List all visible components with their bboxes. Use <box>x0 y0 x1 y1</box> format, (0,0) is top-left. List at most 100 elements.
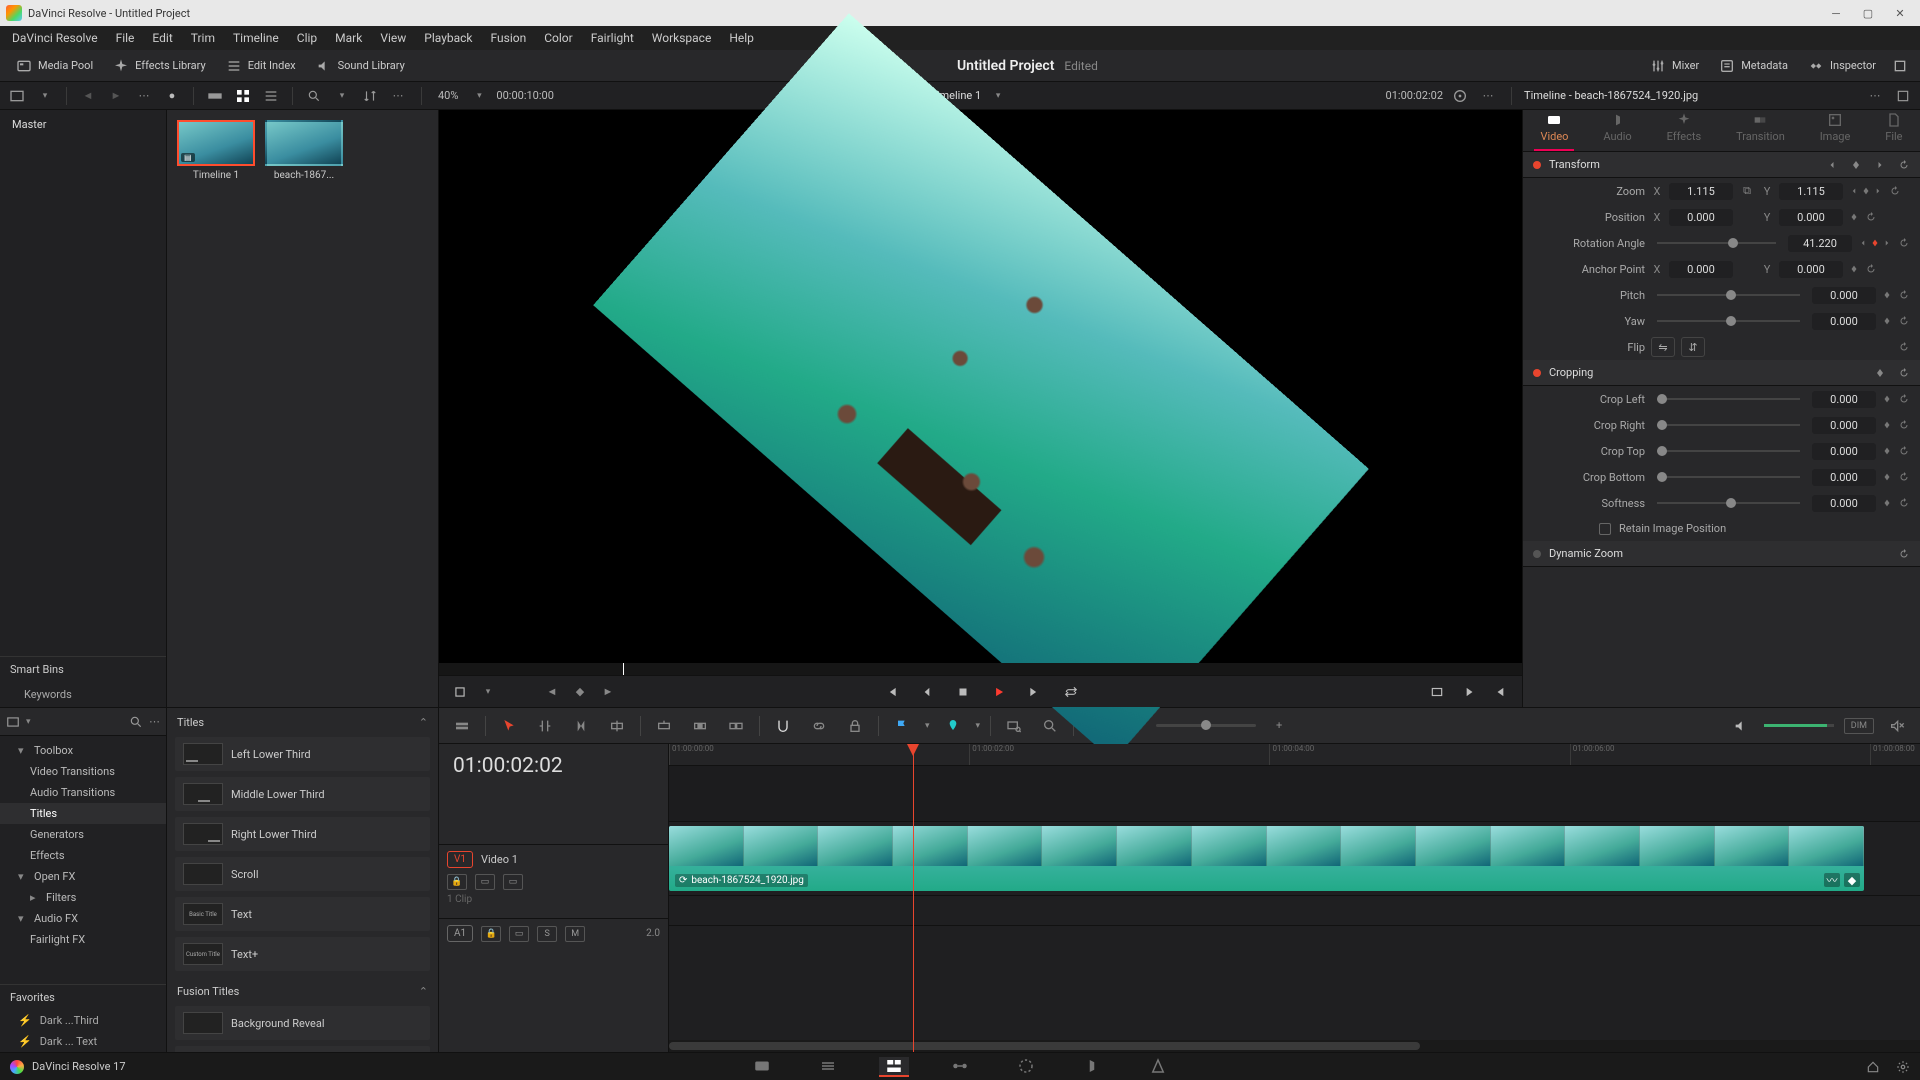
effects-library-button[interactable]: Effects Library <box>103 53 216 79</box>
dynamic-trim-button[interactable] <box>568 713 594 739</box>
smart-bins-header[interactable]: Smart Bins <box>0 656 166 682</box>
page-media[interactable] <box>747 1057 777 1077</box>
mixer-button[interactable]: Mixer <box>1640 53 1709 79</box>
zoom-y-field[interactable]: 1.115 <box>1779 183 1843 200</box>
page-edit[interactable] <box>879 1057 909 1077</box>
inspector-button[interactable]: Inspector <box>1798 53 1886 79</box>
title-item-text-plus[interactable]: Custom TitleText+ <box>175 937 430 971</box>
insert-clip-button[interactable] <box>651 713 677 739</box>
match-frame-button[interactable] <box>1458 681 1480 703</box>
fullscreen-button[interactable] <box>1426 681 1448 703</box>
insp-cropping-header[interactable]: Cropping <box>1523 360 1920 386</box>
media-pool-button[interactable]: Media Pool <box>6 53 103 79</box>
strip-view-button[interactable] <box>204 85 226 107</box>
page-fairlight[interactable] <box>1077 1057 1107 1077</box>
pool-thumb[interactable]: ▤ <box>177 120 255 166</box>
go-end-button[interactable] <box>1024 681 1046 703</box>
crop-top-field[interactable]: 0.000 <box>1812 443 1876 460</box>
smart-bin-keywords[interactable]: Keywords <box>0 682 166 707</box>
menu-trim[interactable]: Trim <box>183 29 223 47</box>
video-track-1[interactable]: ⟳beach-1867524_1920.jpg 〰◆ <box>669 822 1920 896</box>
tree-titles[interactable]: Titles <box>0 803 166 824</box>
replace-clip-button[interactable] <box>723 713 749 739</box>
tree-generators[interactable]: Generators <box>0 824 166 845</box>
menu-view[interactable]: View <box>372 29 414 47</box>
yaw-reset[interactable] <box>1898 315 1910 327</box>
reset-icon[interactable] <box>1898 548 1910 560</box>
rot-kf[interactable] <box>1858 238 1892 248</box>
title-item-text[interactable]: Basic TitleText <box>175 897 430 931</box>
fx-panel-layout-button[interactable] <box>6 715 20 729</box>
keyframe-icon[interactable]: ◆ <box>569 681 591 703</box>
prev-frame-button[interactable] <box>916 681 938 703</box>
reset-icon[interactable] <box>1898 367 1910 379</box>
timeline-timecode[interactable]: 01:00:02:02 <box>439 744 668 788</box>
kf-nav-next-icon[interactable] <box>1874 159 1886 171</box>
expand-inspector-button[interactable] <box>1886 53 1914 79</box>
soft-kf[interactable] <box>1882 498 1892 508</box>
anchor-x-field[interactable]: 0.000 <box>1669 261 1733 278</box>
sound-library-button[interactable]: Sound Library <box>306 53 415 79</box>
auto-select-button[interactable]: ▭ <box>475 874 495 890</box>
zoom-in-button[interactable]: + <box>1266 713 1292 739</box>
fusion-title-item[interactable]: Background Reveal Lower Third <box>175 1046 430 1052</box>
clip-kf-icon[interactable]: ◆ <box>1844 873 1860 887</box>
menu-clip[interactable]: Clip <box>289 29 325 47</box>
zoom-kf[interactable] <box>1849 186 1883 196</box>
tree-video-transitions[interactable]: Video Transitions <box>0 761 166 782</box>
lock-track-button[interactable]: 🔒 <box>447 874 467 890</box>
next-edit-button[interactable]: ► <box>597 681 619 703</box>
kf-nav-prev-icon[interactable] <box>1826 159 1838 171</box>
go-start-button[interactable] <box>880 681 902 703</box>
title-item-left-lower-third[interactable]: Left Lower Third <box>175 737 430 771</box>
fusion-titles-header[interactable]: Fusion Titles⌃ <box>167 977 438 1006</box>
cropl-reset[interactable] <box>1898 393 1910 405</box>
insp-transform-header[interactable]: Transform <box>1523 152 1920 178</box>
metadata-button[interactable]: Metadata <box>1709 53 1798 79</box>
enable-track-button[interactable]: ▭ <box>503 874 523 890</box>
bin-view-menu[interactable] <box>34 85 56 107</box>
trim-tool-button[interactable] <box>532 713 558 739</box>
fx-more-button[interactable] <box>149 715 160 728</box>
rotation-slider[interactable] <box>1657 242 1776 244</box>
pitch-reset[interactable] <box>1898 289 1910 301</box>
insp-tab-file[interactable]: File <box>1879 108 1908 151</box>
menu-color[interactable]: Color <box>536 29 580 47</box>
pitch-slider[interactable] <box>1657 294 1800 296</box>
audio-track-1[interactable] <box>669 896 1920 926</box>
insp-dynamic-zoom-header[interactable]: Dynamic Zoom <box>1523 541 1920 567</box>
menu-fairlight[interactable]: Fairlight <box>583 29 642 47</box>
menu-edit[interactable]: Edit <box>144 29 180 47</box>
pool-more-button[interactable] <box>387 85 409 107</box>
search-button[interactable] <box>303 85 325 107</box>
zoom-reset[interactable] <box>1889 185 1901 197</box>
anchor-reset[interactable] <box>1865 263 1877 275</box>
tree-openfx[interactable]: ▾Open FX <box>0 866 166 887</box>
home-button[interactable] <box>1866 1060 1880 1074</box>
reset-icon[interactable] <box>1898 159 1910 171</box>
v1-tag[interactable]: V1 <box>447 851 473 868</box>
flag-menu[interactable] <box>925 721 930 731</box>
favorite-item[interactable]: ⚡Dark ...Third <box>0 1010 166 1031</box>
nav-fwd-button[interactable]: ► <box>105 85 127 107</box>
page-color[interactable] <box>1011 1057 1041 1077</box>
crop-right-slider[interactable] <box>1657 424 1800 426</box>
flip-horizontal-button[interactable]: ⇋ <box>1651 337 1675 357</box>
page-deliver[interactable] <box>1143 1057 1173 1077</box>
stop-button[interactable] <box>952 681 974 703</box>
pitch-kf[interactable] <box>1882 290 1892 300</box>
anchor-kf[interactable] <box>1849 264 1859 274</box>
yaw-slider[interactable] <box>1657 320 1800 322</box>
marker-button[interactable] <box>940 713 966 739</box>
zoom-x-field[interactable]: 1.115 <box>1669 183 1733 200</box>
timeline-tracks[interactable]: 01:00:00:00 01:00:02:00 01:00:04:00 01:0… <box>669 744 1920 1052</box>
crop-right-field[interactable]: 0.000 <box>1812 417 1876 434</box>
titles-category-header[interactable]: Titles⌃ <box>167 708 438 737</box>
enable-dot-icon[interactable] <box>1533 161 1541 169</box>
mute-track-button[interactable]: M <box>565 926 585 942</box>
viewer-scrubber[interactable] <box>439 663 1522 675</box>
viewer-zoom-menu[interactable] <box>468 85 490 107</box>
enable-dot-icon[interactable] <box>1533 369 1541 377</box>
retain-image-position-row[interactable]: Retain Image Position <box>1523 516 1920 541</box>
gang-button[interactable] <box>1449 85 1471 107</box>
